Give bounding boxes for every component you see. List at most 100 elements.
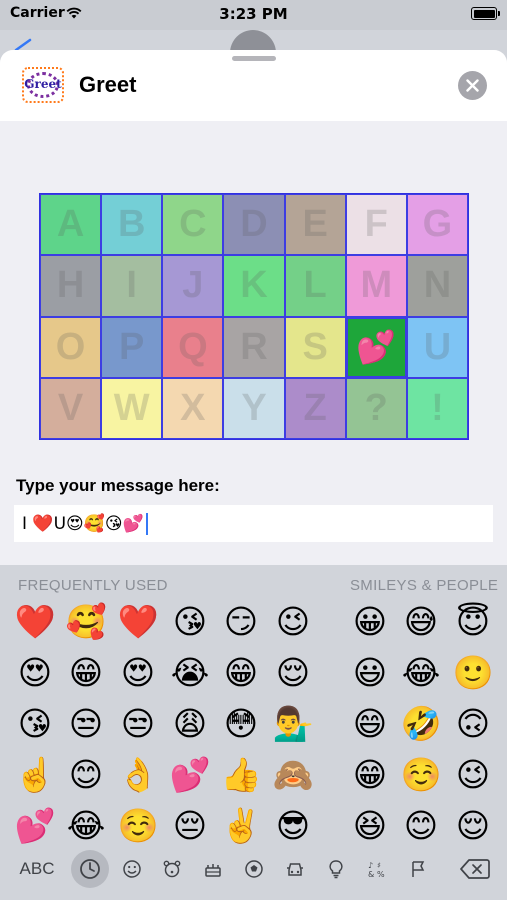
emoji-key[interactable]: ☺️ bbox=[398, 752, 444, 798]
category-symbols[interactable]: ♪ ♯ &% bbox=[363, 854, 391, 884]
close-icon bbox=[466, 79, 479, 92]
app-title: Greet bbox=[79, 72, 137, 97]
animal-icon bbox=[163, 860, 181, 878]
emoji-key[interactable]: 💕 bbox=[12, 803, 58, 849]
grid-cell-y[interactable]: Y bbox=[223, 377, 285, 439]
emoji-key[interactable]: ☺️ bbox=[115, 803, 161, 849]
emoji-key[interactable]: 😌 bbox=[270, 650, 316, 696]
text-cursor bbox=[145, 512, 148, 535]
emoji-key[interactable]: ☝️ bbox=[12, 752, 58, 798]
emoji-key[interactable]: 😆 bbox=[347, 803, 393, 849]
svg-text:♯: ♯ bbox=[377, 861, 381, 870]
grid-cell-k[interactable]: K bbox=[223, 255, 285, 317]
emoji-key[interactable]: 😂 bbox=[63, 803, 109, 849]
grid-cell-v[interactable]: V bbox=[40, 377, 102, 439]
emoji-key[interactable]: ❤️ bbox=[115, 599, 161, 645]
grid-cell-u[interactable]: U bbox=[406, 316, 468, 378]
category-animals[interactable] bbox=[158, 854, 186, 884]
emoji-key[interactable]: 😁 bbox=[218, 650, 264, 696]
grid-cell-w[interactable]: W bbox=[101, 377, 163, 439]
emoji-key[interactable]: 🙂 bbox=[450, 650, 496, 696]
emoji-key[interactable]: 😒 bbox=[115, 701, 161, 747]
emoji-key[interactable]: 😳 bbox=[218, 701, 264, 747]
emoji-key[interactable]: 🥰 bbox=[63, 599, 109, 645]
emoji-key[interactable]: 😒 bbox=[63, 701, 109, 747]
emoji-key[interactable]: 💕 bbox=[167, 752, 213, 798]
grid-cell-selected[interactable]: 💕 bbox=[345, 316, 407, 378]
recent-clock-icon bbox=[80, 859, 100, 879]
emoji-key[interactable]: 🤣 bbox=[398, 701, 444, 747]
emoji-key[interactable]: 😎 bbox=[270, 803, 316, 849]
grid-cell-j[interactable]: J bbox=[162, 255, 224, 317]
backspace-key[interactable] bbox=[458, 854, 492, 884]
grid-cell-d[interactable]: D bbox=[223, 194, 285, 256]
category-travel[interactable] bbox=[281, 854, 309, 884]
grid-cell-r[interactable]: R bbox=[223, 316, 285, 378]
grid-cell-e[interactable]: E bbox=[284, 194, 346, 256]
grid-cell-p[interactable]: P bbox=[101, 316, 163, 378]
logo-text: Greet bbox=[24, 77, 62, 91]
emoji-key[interactable]: 💁‍♂️ bbox=[270, 701, 316, 747]
emoji-key[interactable]: 😉 bbox=[270, 599, 316, 645]
emoji-key[interactable]: 😅 bbox=[398, 599, 444, 645]
smiley-icon bbox=[123, 860, 141, 878]
emoji-key[interactable]: ❤️ bbox=[12, 599, 58, 645]
emoji-key[interactable]: 😀 bbox=[347, 599, 393, 645]
close-button[interactable] bbox=[458, 71, 487, 100]
emoji-key[interactable]: 😔 bbox=[167, 803, 213, 849]
message-field[interactable]: I ❤️U😍🥰😘💕 bbox=[14, 505, 493, 542]
battery-icon bbox=[471, 7, 500, 20]
emoji-key[interactable]: 😌 bbox=[450, 803, 496, 849]
category-objects[interactable] bbox=[322, 854, 350, 884]
category-smileys[interactable] bbox=[118, 854, 146, 884]
grid-cell-m[interactable]: M bbox=[345, 255, 407, 317]
emoji-key[interactable]: 🙃 bbox=[450, 701, 496, 747]
emoji-grid: ❤️ 🥰 ❤️ 😘 😏 😉 😍 😁 😍 😭 😁 😌 😘 😒 😒 😩 😳 💁‍♂️ ☝️ 😊 👌 💕 👍 🙈 💕 😂 ☺️ 😔 ✌️ 😎 😀 😅… bbox=[12, 599, 507, 849]
emoji-key[interactable]: 😉 bbox=[450, 752, 496, 798]
grid-cell-x[interactable]: X bbox=[162, 377, 224, 439]
emoji-key[interactable]: 😊 bbox=[63, 752, 109, 798]
grid-cell-s[interactable]: S bbox=[284, 316, 346, 378]
grid-cell-exclamation[interactable]: ! bbox=[406, 377, 468, 439]
emoji-key[interactable]: 😍 bbox=[12, 650, 58, 696]
emoji-key[interactable]: 😇 bbox=[450, 599, 496, 645]
section-frequently-used: FREQUENTLY USED bbox=[18, 577, 168, 594]
emoji-key[interactable]: 😄 bbox=[347, 701, 393, 747]
grid-cell-n[interactable]: N bbox=[406, 255, 468, 317]
category-activity[interactable] bbox=[240, 854, 268, 884]
category-food[interactable] bbox=[199, 854, 227, 884]
emoji-key[interactable]: 😭 bbox=[167, 650, 213, 696]
category-recent[interactable] bbox=[71, 850, 109, 888]
emoji-key[interactable]: 😘 bbox=[12, 701, 58, 747]
svg-text:&: & bbox=[368, 870, 374, 879]
grid-cell-l[interactable]: L bbox=[284, 255, 346, 317]
emoji-key[interactable]: 😏 bbox=[218, 599, 264, 645]
emoji-key[interactable]: 👍 bbox=[218, 752, 264, 798]
emoji-key[interactable]: 😁 bbox=[347, 752, 393, 798]
grid-cell-q[interactable]: Q bbox=[162, 316, 224, 378]
grid-cell-h[interactable]: H bbox=[40, 255, 102, 317]
emoji-key[interactable]: ✌️ bbox=[218, 803, 264, 849]
emoji-key[interactable]: 🙈 bbox=[270, 752, 316, 798]
emoji-key[interactable]: 😍 bbox=[115, 650, 161, 696]
category-flags[interactable] bbox=[404, 854, 432, 884]
grid-cell-b[interactable]: B bbox=[101, 194, 163, 256]
grid-cell-g[interactable]: G bbox=[406, 194, 468, 256]
grid-cell-i[interactable]: I bbox=[101, 255, 163, 317]
emoji-key[interactable]: 😂 bbox=[398, 650, 444, 696]
abc-key[interactable]: ABC bbox=[14, 854, 60, 884]
grid-cell-a[interactable]: A bbox=[40, 194, 102, 256]
grid-cell-c[interactable]: C bbox=[162, 194, 224, 256]
emoji-key[interactable]: 👌 bbox=[115, 752, 161, 798]
grid-cell-o[interactable]: O bbox=[40, 316, 102, 378]
emoji-key[interactable]: 😃 bbox=[347, 650, 393, 696]
emoji-key[interactable]: 😁 bbox=[63, 650, 109, 696]
emoji-key[interactable]: 😩 bbox=[167, 701, 213, 747]
grid-cell-f[interactable]: F bbox=[345, 194, 407, 256]
food-icon bbox=[205, 864, 221, 877]
emoji-key[interactable]: 😘 bbox=[167, 599, 213, 645]
grid-cell-z[interactable]: Z bbox=[284, 377, 346, 439]
emoji-key[interactable]: 😊 bbox=[398, 803, 444, 849]
sheet-grabber[interactable] bbox=[232, 56, 276, 61]
grid-cell-question[interactable]: ? bbox=[345, 377, 407, 439]
